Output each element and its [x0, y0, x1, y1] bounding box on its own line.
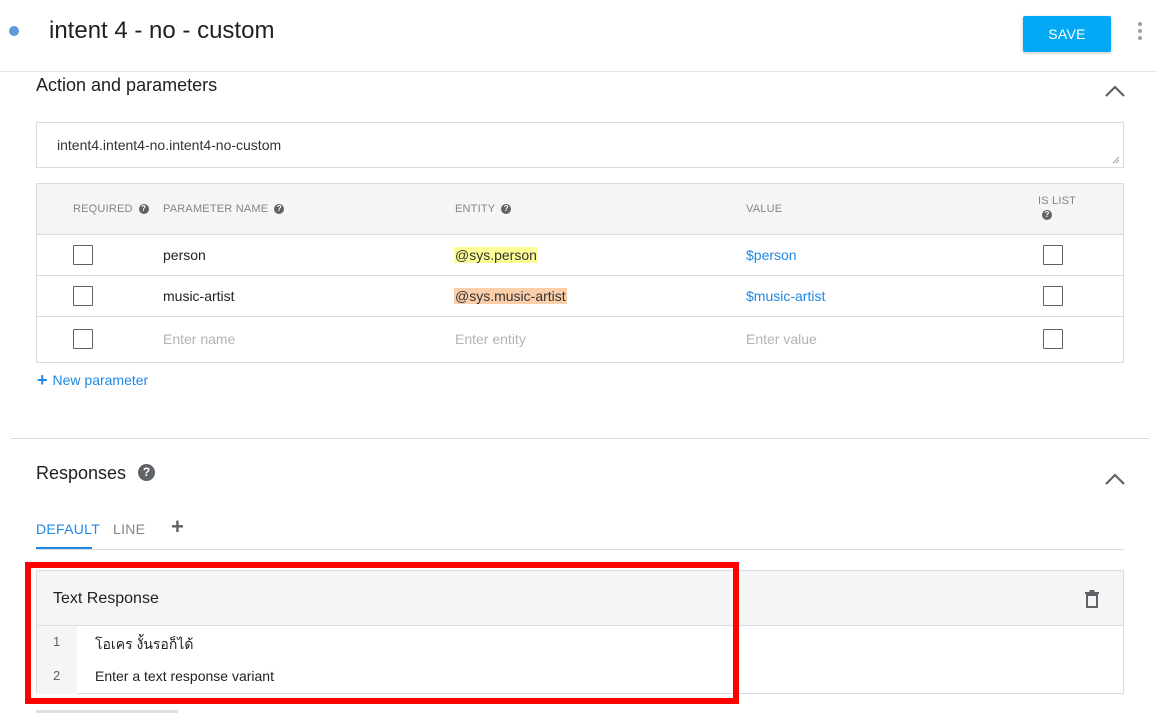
parameter-value-input[interactable]: Enter value	[746, 331, 817, 347]
is-list-checkbox[interactable]	[1043, 286, 1063, 306]
tab-line[interactable]: LINE	[113, 521, 145, 537]
table-row-new: Enter name Enter entity Enter value	[37, 317, 1123, 362]
parameter-value[interactable]: $music-artist	[746, 288, 825, 304]
tabs-divider	[36, 549, 1124, 550]
help-icon[interactable]: ?	[138, 464, 155, 481]
col-required: REQUIRED ?	[73, 203, 149, 215]
response-line[interactable]: 1 โอเคร งั้นรอก็ได้	[37, 626, 1123, 660]
help-icon[interactable]: ?	[274, 204, 285, 214]
page-title[interactable]: intent 4 - no - custom	[49, 17, 274, 45]
section-divider	[11, 438, 1149, 439]
help-icon[interactable]: ?	[1042, 210, 1052, 220]
col-entity: ENTITY ?	[455, 203, 512, 215]
parameter-entity[interactable]: @sys.music-artist	[454, 288, 567, 304]
parameter-entity-input[interactable]: Enter entity	[455, 331, 526, 347]
chevron-up-icon[interactable]	[1104, 472, 1126, 486]
tab-default[interactable]: DEFAULT	[36, 521, 100, 537]
col-is-list: IS LIST ?	[1038, 195, 1077, 220]
responses-section-title: Responses	[36, 463, 127, 483]
col-value: VALUE	[746, 203, 783, 215]
status-dot-icon	[9, 26, 19, 36]
parameter-value[interactable]: $person	[746, 247, 797, 263]
parameter-name[interactable]: music-artist	[163, 288, 235, 304]
is-list-checkbox[interactable]	[1043, 245, 1063, 265]
plus-icon: +	[37, 370, 48, 390]
table-row: person @sys.person $person	[37, 235, 1123, 276]
save-button[interactable]: SAVE	[1023, 16, 1111, 52]
more-vert-icon[interactable]	[1134, 22, 1146, 42]
table-header: REQUIRED ? PARAMETER NAME ? ENTITY ? VAL…	[37, 184, 1123, 235]
table-row: music-artist @sys.music-artist $music-ar…	[37, 276, 1123, 317]
app-header: intent 4 - no - custom SAVE	[0, 0, 1157, 72]
response-line[interactable]: 2 Enter a text response variant	[37, 660, 1123, 694]
required-checkbox[interactable]	[73, 245, 93, 265]
resize-grip-icon[interactable]	[1112, 156, 1120, 164]
new-parameter-link[interactable]: + New parameter	[37, 370, 148, 390]
parameter-name-input[interactable]: Enter name	[163, 331, 235, 347]
response-input[interactable]: Enter a text response variant	[95, 668, 274, 684]
add-tab-plus-icon[interactable]: +	[171, 516, 184, 538]
action-section-title: Action and parameters	[36, 75, 218, 95]
action-value: intent4.intent4-no.intent4-no-custom	[57, 137, 282, 153]
is-list-checkbox[interactable]	[1043, 329, 1063, 349]
text-response-card: Text Response 1 โอเคร งั้นรอก็ได้ 2 Ente…	[36, 570, 1124, 694]
text-response-header: Text Response	[37, 571, 1123, 626]
line-number: 1	[53, 634, 61, 649]
active-tab-indicator	[36, 547, 92, 549]
help-icon[interactable]: ?	[501, 204, 512, 214]
parameter-name[interactable]: person	[163, 247, 206, 263]
col-parameter-name: PARAMETER NAME ?	[163, 203, 285, 215]
required-checkbox[interactable]	[73, 329, 93, 349]
response-text[interactable]: โอเคร งั้นรอก็ได้	[95, 634, 193, 656]
parameter-table: REQUIRED ? PARAMETER NAME ? ENTITY ? VAL…	[36, 183, 1124, 363]
text-response-title: Text Response	[53, 590, 159, 607]
parameter-entity[interactable]: @sys.person	[454, 247, 538, 263]
required-checkbox[interactable]	[73, 286, 93, 306]
help-icon[interactable]: ?	[138, 204, 149, 214]
action-input[interactable]: intent4.intent4-no.intent4-no-custom	[36, 122, 1124, 168]
trash-icon[interactable]	[1084, 590, 1100, 608]
line-number: 2	[53, 668, 61, 683]
chevron-up-icon[interactable]	[1104, 84, 1126, 98]
